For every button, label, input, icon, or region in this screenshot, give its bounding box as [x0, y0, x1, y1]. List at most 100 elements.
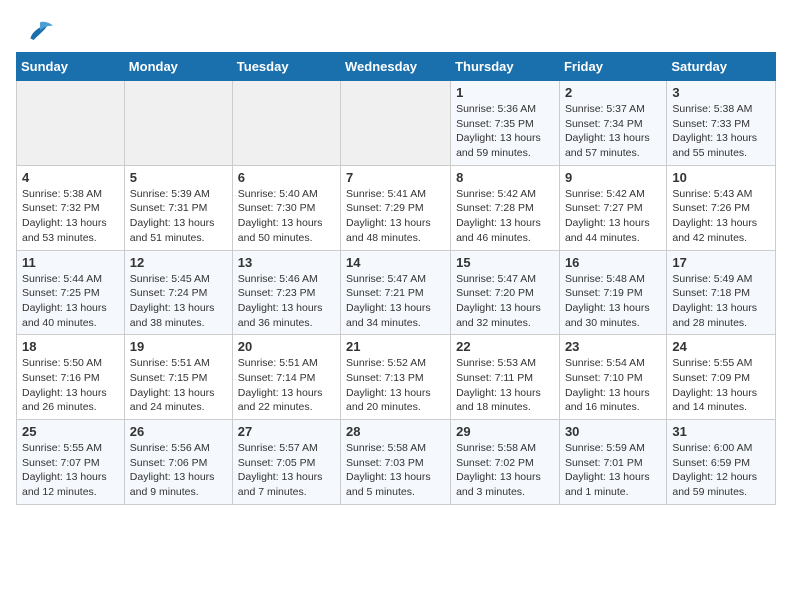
calendar-cell: 3 Sunrise: 5:38 AM Sunset: 7:33 PM Daylig…: [667, 81, 776, 166]
day-info: Sunrise: 5:54 AM Sunset: 7:10 PM Dayligh…: [565, 356, 661, 415]
day-info: Sunrise: 5:59 AM Sunset: 7:01 PM Dayligh…: [565, 441, 661, 500]
day-number: 23: [565, 339, 661, 354]
day-number: 30: [565, 424, 661, 439]
day-info: Sunrise: 5:44 AM Sunset: 7:25 PM Dayligh…: [22, 272, 119, 331]
day-info: Sunrise: 5:51 AM Sunset: 7:14 PM Dayligh…: [238, 356, 335, 415]
day-number: 11: [22, 255, 119, 270]
calendar-header-monday: Monday: [124, 53, 232, 81]
calendar-cell: 30 Sunrise: 5:59 AM Sunset: 7:01 PM Dayli…: [559, 420, 666, 505]
day-info: Sunrise: 5:56 AM Sunset: 7:06 PM Dayligh…: [130, 441, 227, 500]
day-number: 8: [456, 170, 554, 185]
day-info: Sunrise: 5:55 AM Sunset: 7:09 PM Dayligh…: [672, 356, 770, 415]
day-info: Sunrise: 5:42 AM Sunset: 7:27 PM Dayligh…: [565, 187, 661, 246]
calendar-header-thursday: Thursday: [451, 53, 560, 81]
day-info: Sunrise: 5:57 AM Sunset: 7:05 PM Dayligh…: [238, 441, 335, 500]
logo: [24, 16, 60, 44]
day-number: 25: [22, 424, 119, 439]
calendar-cell: 28Sunrise: 5:58 AM Sunset: 7:03 PM Dayli…: [341, 420, 451, 505]
day-number: 24: [672, 339, 770, 354]
calendar-week-row: 25 Sunrise: 5:55 AM Sunset: 7:07 PM Dayli…: [17, 420, 776, 505]
calendar-cell: 24 Sunrise: 5:55 AM Sunset: 7:09 PM Dayli…: [667, 335, 776, 420]
day-info: Sunrise: 5:46 AM Sunset: 7:23 PM Dayligh…: [238, 272, 335, 331]
day-number: 21: [346, 339, 445, 354]
calendar-cell: 7 Sunrise: 5:41 AM Sunset: 7:29 PM Daylig…: [341, 165, 451, 250]
day-info: Sunrise: 5:40 AM Sunset: 7:30 PM Dayligh…: [238, 187, 335, 246]
calendar-cell: 2 Sunrise: 5:37 AM Sunset: 7:34 PM Daylig…: [559, 81, 666, 166]
calendar-header-saturday: Saturday: [667, 53, 776, 81]
calendar-cell: [17, 81, 125, 166]
day-number: 31: [672, 424, 770, 439]
day-info: Sunrise: 5:42 AM Sunset: 7:28 PM Dayligh…: [456, 187, 554, 246]
calendar-cell: 13Sunrise: 5:46 AM Sunset: 7:23 PM Dayli…: [232, 250, 340, 335]
day-info: Sunrise: 5:37 AM Sunset: 7:34 PM Dayligh…: [565, 102, 661, 161]
day-number: 26: [130, 424, 227, 439]
day-info: Sunrise: 5:53 AM Sunset: 7:11 PM Dayligh…: [456, 356, 554, 415]
day-number: 9: [565, 170, 661, 185]
day-info: Sunrise: 5:47 AM Sunset: 7:21 PM Dayligh…: [346, 272, 445, 331]
day-info: Sunrise: 5:49 AM Sunset: 7:18 PM Dayligh…: [672, 272, 770, 331]
day-number: 1: [456, 85, 554, 100]
day-number: 27: [238, 424, 335, 439]
calendar-cell: 14 Sunrise: 5:47 AM Sunset: 7:21 PM Dayli…: [341, 250, 451, 335]
day-number: 19: [130, 339, 227, 354]
calendar-cell: 19 Sunrise: 5:51 AM Sunset: 7:15 PM Dayli…: [124, 335, 232, 420]
day-info: Sunrise: 5:43 AM Sunset: 7:26 PM Dayligh…: [672, 187, 770, 246]
day-number: 5: [130, 170, 227, 185]
day-info: Sunrise: 5:38 AM Sunset: 7:33 PM Dayligh…: [672, 102, 770, 161]
calendar-header-row: SundayMondayTuesdayWednesdayThursdayFrid…: [17, 53, 776, 81]
calendar-header-wednesday: Wednesday: [341, 53, 451, 81]
day-info: Sunrise: 5:39 AM Sunset: 7:31 PM Dayligh…: [130, 187, 227, 246]
day-info: Sunrise: 5:58 AM Sunset: 7:02 PM Dayligh…: [456, 441, 554, 500]
day-number: 16: [565, 255, 661, 270]
day-number: 4: [22, 170, 119, 185]
day-info: Sunrise: 5:48 AM Sunset: 7:19 PM Dayligh…: [565, 272, 661, 331]
day-number: 29: [456, 424, 554, 439]
calendar-cell: 1 Sunrise: 5:36 AM Sunset: 7:35 PM Daylig…: [451, 81, 560, 166]
day-info: Sunrise: 5:51 AM Sunset: 7:15 PM Dayligh…: [130, 356, 227, 415]
calendar-cell: 9 Sunrise: 5:42 AM Sunset: 7:27 PM Daylig…: [559, 165, 666, 250]
day-number: 28: [346, 424, 445, 439]
calendar-cell: 23 Sunrise: 5:54 AM Sunset: 7:10 PM Dayli…: [559, 335, 666, 420]
calendar-cell: 12Sunrise: 5:45 AM Sunset: 7:24 PM Dayli…: [124, 250, 232, 335]
calendar-cell: [341, 81, 451, 166]
day-info: Sunrise: 5:50 AM Sunset: 7:16 PM Dayligh…: [22, 356, 119, 415]
calendar-cell: 15Sunrise: 5:47 AM Sunset: 7:20 PM Dayli…: [451, 250, 560, 335]
day-info: Sunrise: 5:36 AM Sunset: 7:35 PM Dayligh…: [456, 102, 554, 161]
page-header: [0, 0, 792, 52]
day-number: 12: [130, 255, 227, 270]
calendar-cell: 11 Sunrise: 5:44 AM Sunset: 7:25 PM Dayli…: [17, 250, 125, 335]
calendar-week-row: 18Sunrise: 5:50 AM Sunset: 7:16 PM Dayli…: [17, 335, 776, 420]
calendar-cell: 6Sunrise: 5:40 AM Sunset: 7:30 PM Daylig…: [232, 165, 340, 250]
calendar-cell: 5 Sunrise: 5:39 AM Sunset: 7:31 PM Daylig…: [124, 165, 232, 250]
calendar-cell: 21 Sunrise: 5:52 AM Sunset: 7:13 PM Dayli…: [341, 335, 451, 420]
calendar-cell: 27 Sunrise: 5:57 AM Sunset: 7:05 PM Dayli…: [232, 420, 340, 505]
calendar-header-tuesday: Tuesday: [232, 53, 340, 81]
calendar-cell: [124, 81, 232, 166]
logo-bird-icon: [24, 16, 56, 44]
day-info: Sunrise: 5:47 AM Sunset: 7:20 PM Dayligh…: [456, 272, 554, 331]
day-number: 7: [346, 170, 445, 185]
day-number: 22: [456, 339, 554, 354]
day-number: 10: [672, 170, 770, 185]
calendar-cell: 26 Sunrise: 5:56 AM Sunset: 7:06 PM Dayli…: [124, 420, 232, 505]
day-info: Sunrise: 5:55 AM Sunset: 7:07 PM Dayligh…: [22, 441, 119, 500]
day-info: Sunrise: 6:00 AM Sunset: 6:59 PM Dayligh…: [672, 441, 770, 500]
day-number: 2: [565, 85, 661, 100]
calendar-cell: 16 Sunrise: 5:48 AM Sunset: 7:19 PM Dayli…: [559, 250, 666, 335]
calendar-cell: 22 Sunrise: 5:53 AM Sunset: 7:11 PM Dayli…: [451, 335, 560, 420]
calendar-table: SundayMondayTuesdayWednesdayThursdayFrid…: [16, 52, 776, 505]
calendar-cell: 17 Sunrise: 5:49 AM Sunset: 7:18 PM Dayli…: [667, 250, 776, 335]
day-number: 14: [346, 255, 445, 270]
day-number: 3: [672, 85, 770, 100]
calendar-week-row: 4Sunrise: 5:38 AM Sunset: 7:32 PM Daylig…: [17, 165, 776, 250]
day-info: Sunrise: 5:52 AM Sunset: 7:13 PM Dayligh…: [346, 356, 445, 415]
day-number: 17: [672, 255, 770, 270]
day-info: Sunrise: 5:41 AM Sunset: 7:29 PM Dayligh…: [346, 187, 445, 246]
calendar-week-row: 1 Sunrise: 5:36 AM Sunset: 7:35 PM Daylig…: [17, 81, 776, 166]
calendar-header-friday: Friday: [559, 53, 666, 81]
calendar-cell: 20Sunrise: 5:51 AM Sunset: 7:14 PM Dayli…: [232, 335, 340, 420]
calendar-week-row: 11 Sunrise: 5:44 AM Sunset: 7:25 PM Dayli…: [17, 250, 776, 335]
calendar-cell: 25 Sunrise: 5:55 AM Sunset: 7:07 PM Dayli…: [17, 420, 125, 505]
calendar-cell: 29 Sunrise: 5:58 AM Sunset: 7:02 PM Dayli…: [451, 420, 560, 505]
calendar-cell: 10 Sunrise: 5:43 AM Sunset: 7:26 PM Dayli…: [667, 165, 776, 250]
